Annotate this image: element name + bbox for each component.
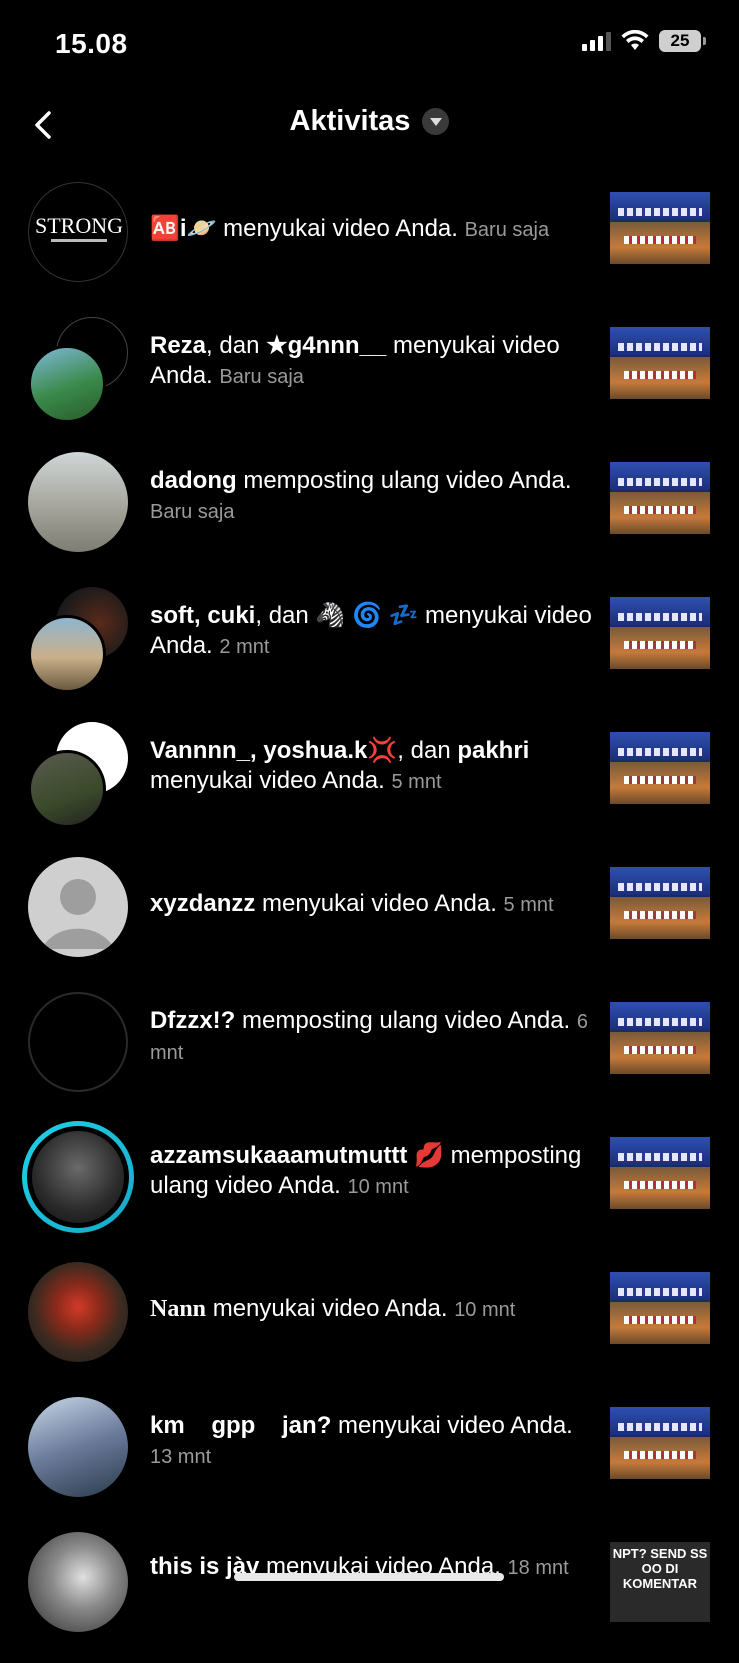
activity-text: dadong memposting ulang video Anda. Baru… — [150, 467, 572, 523]
video-thumbnail[interactable] — [610, 192, 710, 264]
activity-text: km gpp jan? menyukai video Anda. 13 mnt — [150, 1412, 573, 1468]
header: Aktivitas — [0, 95, 739, 155]
activity-text: xyzdanzz menyukai video Anda. 5 mnt — [150, 890, 554, 917]
activity-item[interactable]: this is jày menyukai video Anda. 18 mnt … — [0, 1528, 739, 1663]
video-thumbnail[interactable] — [610, 1407, 710, 1479]
avatar[interactable] — [28, 992, 128, 1092]
video-thumbnail[interactable]: NPT? SEND SS OO DI KOMENTAR — [610, 1542, 710, 1622]
video-thumbnail[interactable] — [610, 1002, 710, 1074]
activity-text: 🆎i🪐 menyukai video Anda. Baru saja — [150, 215, 550, 242]
activity-item[interactable]: dadong memposting ulang video Anda. Baru… — [0, 448, 739, 583]
avatar[interactable] — [28, 1397, 128, 1497]
wifi-icon — [621, 30, 649, 50]
page-title: Aktivitas — [289, 105, 411, 137]
activity-text: Nann menyukai video Anda. 10 mnt — [150, 1295, 516, 1322]
default-user-icon — [42, 879, 114, 949]
activity-item[interactable]: km gpp jan? menyukai video Anda. 13 mnt — [0, 1393, 739, 1528]
cellular-signal-icon — [582, 31, 611, 51]
video-thumbnail[interactable] — [610, 732, 710, 804]
activity-text: Dfzzx!? memposting ulang video Anda. 6 m… — [150, 1007, 589, 1064]
avatar[interactable] — [28, 452, 128, 552]
avatar-group[interactable] — [28, 587, 128, 693]
avatar[interactable] — [28, 1262, 128, 1362]
avatar[interactable] — [28, 857, 128, 957]
video-thumbnail[interactable] — [610, 327, 710, 399]
activity-list: STRONG 🆎i🪐 menyukai video Anda. Baru saj… — [0, 178, 739, 1663]
avatar-group[interactable] — [28, 722, 128, 828]
avatar[interactable]: STRONG — [28, 182, 128, 282]
battery-icon: 25 — [659, 30, 706, 52]
activity-item[interactable]: STRONG 🆎i🪐 menyukai video Anda. Baru saj… — [0, 178, 739, 313]
video-thumbnail[interactable] — [610, 1272, 710, 1344]
avatar[interactable] — [28, 1532, 128, 1632]
home-indicator[interactable] — [234, 1573, 504, 1581]
status-icons: 25 — [582, 30, 706, 52]
activity-item[interactable]: Vannnn_, yoshua.k💢, dan pakhri menyukai … — [0, 718, 739, 853]
status-time: 15.08 — [55, 28, 128, 59]
status-bar: 15.08 25 — [0, 0, 739, 90]
video-thumbnail[interactable] — [610, 867, 710, 939]
video-thumbnail[interactable] — [610, 462, 710, 534]
activity-item[interactable]: azzamsukaaamutmuttt 💋 memposting ulang v… — [0, 1121, 739, 1258]
strong-logo-icon: STRONG — [35, 213, 123, 242]
activity-item[interactable]: Dfzzx!? memposting ulang video Anda. 6 m… — [0, 988, 739, 1123]
activity-text: azzamsukaaamutmuttt 💋 memposting ulang v… — [150, 1142, 582, 1199]
video-thumbnail[interactable] — [610, 1137, 710, 1209]
svg-text:STRONG: STRONG — [35, 213, 123, 238]
activity-text: Vannnn_, yoshua.k💢, dan pakhri menyukai … — [150, 737, 530, 794]
activity-item[interactable]: Reza, dan ★g4nnn__ menyukai video Anda. … — [0, 313, 739, 448]
avatar-group[interactable] — [28, 317, 128, 423]
activity-item[interactable]: Nann menyukai video Anda. 10 mnt — [0, 1258, 739, 1393]
activity-text: Reza, dan ★g4nnn__ menyukai video Anda. … — [150, 332, 560, 389]
activity-item[interactable]: soft, cuki, dan 🦓 🌀 💤 menyukai video And… — [0, 583, 739, 718]
activity-item[interactable]: xyzdanzz menyukai video Anda. 5 mnt — [0, 853, 739, 988]
activity-text: soft, cuki, dan 🦓 🌀 💤 menyukai video And… — [150, 602, 592, 659]
chevron-down-icon — [422, 108, 450, 135]
video-thumbnail[interactable] — [610, 597, 710, 669]
title-dropdown[interactable]: Aktivitas — [0, 105, 739, 138]
avatar-story-ring[interactable] — [22, 1121, 134, 1233]
